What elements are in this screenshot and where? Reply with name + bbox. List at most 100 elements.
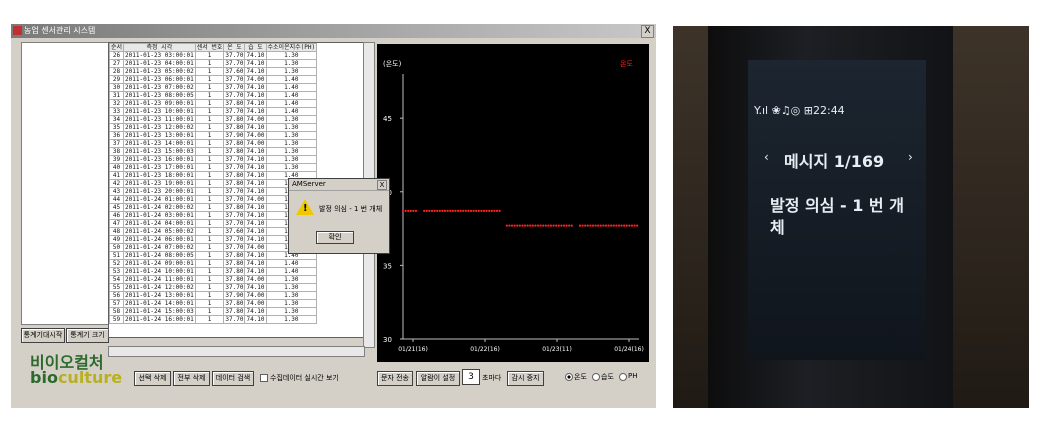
phone-screen: Y.ıl ❀♫◎ ⊞22:44 ‹ 메시지 1/169 › 발정 의심 - 1 … — [748, 60, 926, 360]
table-row[interactable]: 41 2011-01-23 18:00:01 1 37.80 74.10 1.40 — [109, 171, 318, 180]
table-row[interactable]: 422011-01-23 19:00:01137.8074.101.40 — [109, 179, 318, 188]
table-row[interactable]: 27 2011-01-23 04:00:01 1 37.70 74.10 1.30 — [109, 59, 318, 68]
column-header[interactable]: 습 도 — [244, 43, 267, 52]
table-row[interactable]: 31 2011-01-23 08:00:05 1 37.70 74.10 1.40 — [109, 91, 318, 100]
table-row[interactable]: 502011-01-24 07:00:02137.7074.001.40 — [109, 243, 318, 252]
table-cell: 2011-01-24 02:00:02 — [123, 203, 196, 212]
radio-ph[interactable] — [619, 373, 627, 381]
table-row[interactable]: 51 2011-01-24 08:00:05 1 37.80 74.10 1.40 — [109, 251, 318, 260]
grid-horizontal-scrollbar[interactable] — [108, 346, 365, 357]
chart-data-point — [414, 209, 418, 212]
table-row[interactable]: 40 2011-01-23 17:00:01 1 37.70 74.10 1.30 — [109, 163, 318, 172]
table-cell: 74.10 — [244, 83, 267, 92]
table-cell: 2011-01-24 05:00:02 — [123, 227, 196, 236]
chart-data-point — [423, 209, 426, 212]
table-row[interactable]: 452011-01-24 02:00:02137.8074.101.40 — [109, 203, 318, 212]
table-row[interactable]: 472011-01-24 04:00:01137.7074.101.40 — [109, 219, 318, 228]
table-row[interactable]: 36 2011-01-23 13:00:01 1 37.90 74.00 1.30 — [109, 131, 318, 140]
table-cell: 1 — [194, 155, 225, 164]
table-row[interactable]: 56 2011-01-24 13:00:01 1 37.90 74.00 1.30 — [109, 291, 318, 300]
chart-data-point — [636, 224, 639, 227]
table-row[interactable]: 57 2011-01-24 14:00:01 1 37.80 74.00 1.30 — [109, 299, 318, 308]
table-cell: 1.30 — [265, 299, 318, 308]
start-stats-button[interactable]: 통계기대시작 — [21, 328, 65, 343]
table-cell: 2011-01-23 20:00:01 — [123, 187, 196, 196]
table-cell: 39 — [109, 155, 125, 164]
table-row[interactable]: 28 2011-01-23 05:00:02 1 37.60 74.10 1.30 — [109, 67, 318, 76]
table-cell: 2011-01-23 03:00:01 — [123, 51, 196, 60]
table-row[interactable]: 482011-01-24 05:00:02137.6074.101.30 — [109, 227, 318, 236]
window-close-button[interactable]: X — [641, 25, 654, 38]
radio-temperature[interactable] — [565, 373, 573, 381]
radio-temperature-label: 온도 — [574, 373, 587, 381]
chart-data-point — [599, 224, 602, 227]
table-row[interactable]: 35 2011-01-23 12:00:02 1 37.80 74.10 1.30 — [109, 123, 318, 132]
table-cell: 2011-01-24 11:00:01 — [123, 275, 196, 284]
table-row[interactable]: 33 2011-01-23 10:00:01 1 37.70 74.10 1.40 — [109, 107, 318, 116]
table-cell: 37.80 — [223, 123, 246, 132]
stats-size-button[interactable]: 통계기 크기 — [66, 328, 109, 343]
chart-data-point — [433, 209, 436, 212]
sensor-list[interactable] — [21, 42, 109, 325]
table-row[interactable]: 58 2011-01-24 15:00:03 1 37.80 74.10 1.30 — [109, 307, 318, 316]
delete-selected-button[interactable]: 선택 삭제 — [134, 371, 171, 386]
table-cell: 2011-01-24 07:00:02 — [123, 243, 196, 252]
table-row[interactable]: 54 2011-01-24 11:00:01 1 37.80 74.00 1.30 — [109, 275, 318, 284]
table-row[interactable]: 53 2011-01-24 10:00:01 1 37.80 74.10 1.40 — [109, 267, 318, 276]
table-cell: 2011-01-23 17:00:01 — [123, 163, 196, 172]
table-cell: 2011-01-23 06:00:01 — [123, 75, 196, 84]
column-header[interactable]: 측정 시각 — [123, 43, 196, 52]
table-row[interactable]: 32 2011-01-23 09:00:01 1 37.80 74.10 1.40 — [109, 99, 318, 108]
table-cell: 1.40 — [265, 83, 318, 92]
table-cell: 1.40 — [265, 107, 318, 116]
table-row[interactable]: 432011-01-23 20:00:01137.7074.101.40 — [109, 187, 318, 196]
dialog-ok-button[interactable]: 확인 — [316, 231, 354, 244]
table-cell: 1.40 — [265, 259, 318, 268]
sms-send-button[interactable]: 문자 전송 — [377, 371, 413, 386]
table-row[interactable]: 38 2011-01-23 15:00:03 1 37.80 74.10 1.30 — [109, 147, 318, 156]
dialog-close-button[interactable]: X — [377, 180, 387, 190]
column-header[interactable]: 센서 번호 — [194, 43, 225, 52]
table-row[interactable]: 492011-01-24 06:00:01137.7074.101.30 — [109, 235, 318, 244]
data-search-button[interactable]: 데이터 검색 — [212, 371, 254, 386]
logo-bio: bio — [30, 368, 58, 387]
table-row[interactable]: 59 2011-01-24 16:00:01 1 37.70 74.10 1.30 — [109, 315, 318, 324]
table-row[interactable]: 37 2011-01-23 14:00:01 1 37.80 74.00 1.30 — [109, 139, 318, 148]
table-cell: 34 — [109, 115, 125, 124]
interval-input[interactable]: 3 — [462, 369, 480, 385]
table-cell: 1 — [194, 275, 225, 284]
app-window: 농업 센서관리 시스템 X 통계기대시작 통계기 크기 비이오컬처 biocul… — [11, 24, 656, 408]
delete-all-button[interactable]: 전부 삭제 — [173, 371, 210, 386]
chart-data-point — [521, 224, 524, 227]
table-row[interactable]: 29 2011-01-23 06:00:01 1 37.70 74.00 1.40 — [109, 75, 318, 84]
table-cell: 37.70 — [223, 107, 246, 116]
table-cell: 2011-01-23 09:00:01 — [123, 99, 196, 108]
table-row[interactable]: 442011-01-24 01:00:01137.7074.001.40 — [109, 195, 318, 204]
table-row[interactable]: 55 2011-01-24 12:00:02 1 37.70 74.10 1.30 — [109, 283, 318, 292]
column-header[interactable]: 온 도 — [223, 43, 246, 52]
chart-data-point — [513, 224, 516, 227]
table-row[interactable]: 462011-01-24 03:00:01137.7074.101.40 — [109, 211, 318, 220]
stop-monitoring-button[interactable]: 감시 중지 — [507, 371, 544, 386]
table-row[interactable]: 34 2011-01-23 11:00:01 1 37.80 74.00 1.30 — [109, 115, 318, 124]
table-row[interactable]: 26 2011-01-23 03:00:01 1 37.70 74.10 1.30 — [109, 51, 318, 60]
realtime-checkbox[interactable] — [260, 374, 268, 382]
column-header[interactable]: 순서 — [109, 43, 125, 52]
table-row[interactable]: 52 2011-01-24 09:00:01 1 37.80 74.10 1.40 — [109, 259, 318, 268]
chart-data-point — [430, 209, 434, 212]
table-cell: 1 — [194, 171, 225, 180]
chart-x-tick-label: 01/22(16) — [470, 346, 500, 353]
table-row[interactable]: 30 2011-01-23 07:00:02 1 37.70 74.10 1.40 — [109, 83, 318, 92]
dialog-message: 발정 의심 - 1 번 개체 — [319, 205, 383, 213]
table-row[interactable]: 39 2011-01-23 16:00:01 1 37.70 74.10 1.30 — [109, 155, 318, 164]
column-header[interactable]: 수소이온지수(PH) — [265, 43, 318, 52]
chart-data-point — [495, 209, 499, 212]
table-cell: 74.10 — [244, 123, 267, 132]
table-cell: 2011-01-23 16:00:01 — [123, 155, 196, 164]
table-cell: 37.70 — [223, 163, 246, 172]
radio-humidity[interactable] — [592, 373, 600, 381]
table-cell: 1 — [194, 115, 225, 124]
alarm-setting-button[interactable]: 알람이 설정 — [416, 371, 460, 386]
table-cell: 37.80 — [223, 259, 246, 268]
chart-data-point — [436, 209, 439, 212]
